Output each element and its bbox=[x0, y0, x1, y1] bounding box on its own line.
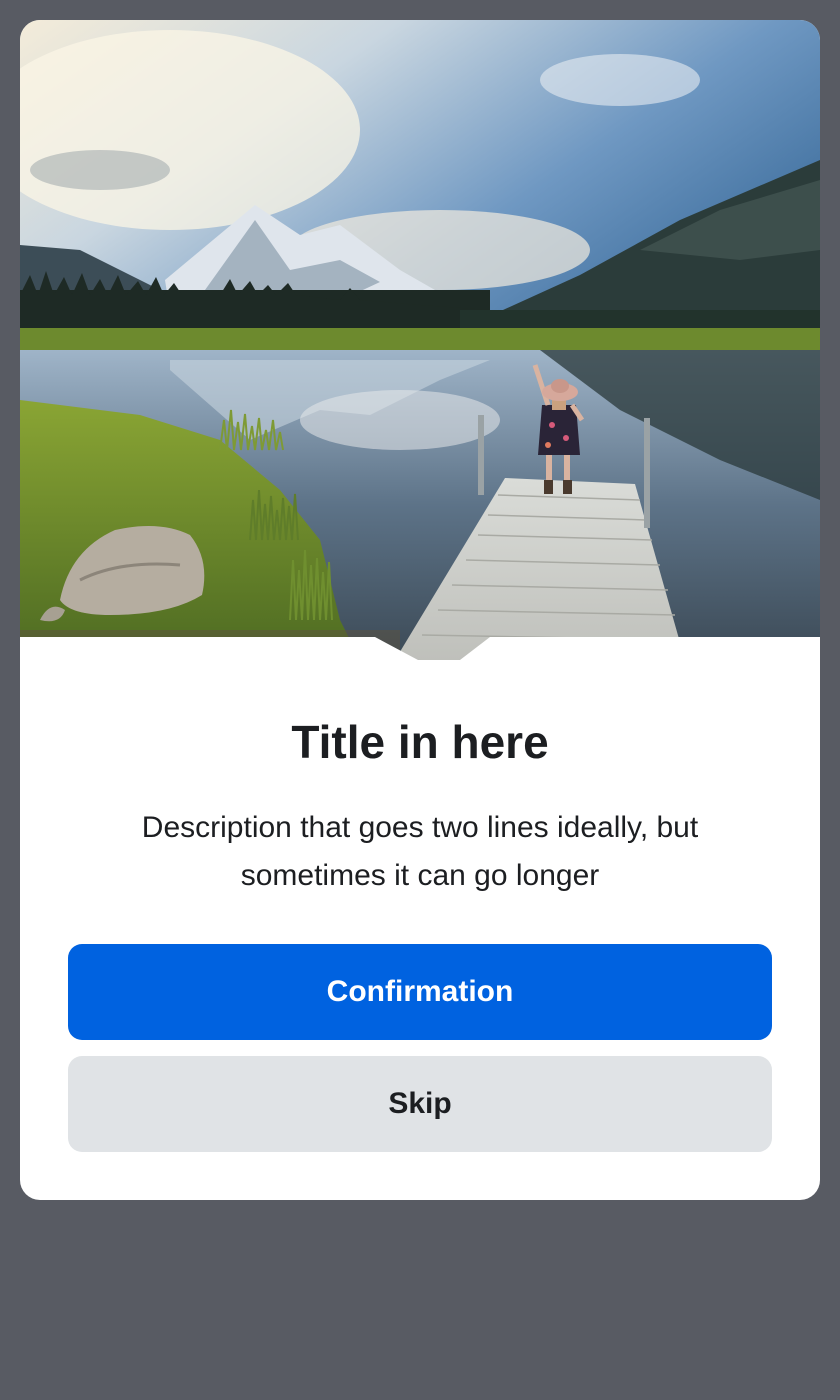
confirmation-button[interactable]: Confirmation bbox=[68, 944, 772, 1040]
dialog-card: Title in here Description that goes two … bbox=[20, 20, 820, 1200]
dialog-description: Description that goes two lines ideally,… bbox=[141, 811, 699, 892]
dialog-title: Title in here bbox=[291, 716, 549, 768]
skip-button[interactable]: Skip bbox=[68, 1056, 772, 1152]
hero-image bbox=[20, 20, 820, 660]
